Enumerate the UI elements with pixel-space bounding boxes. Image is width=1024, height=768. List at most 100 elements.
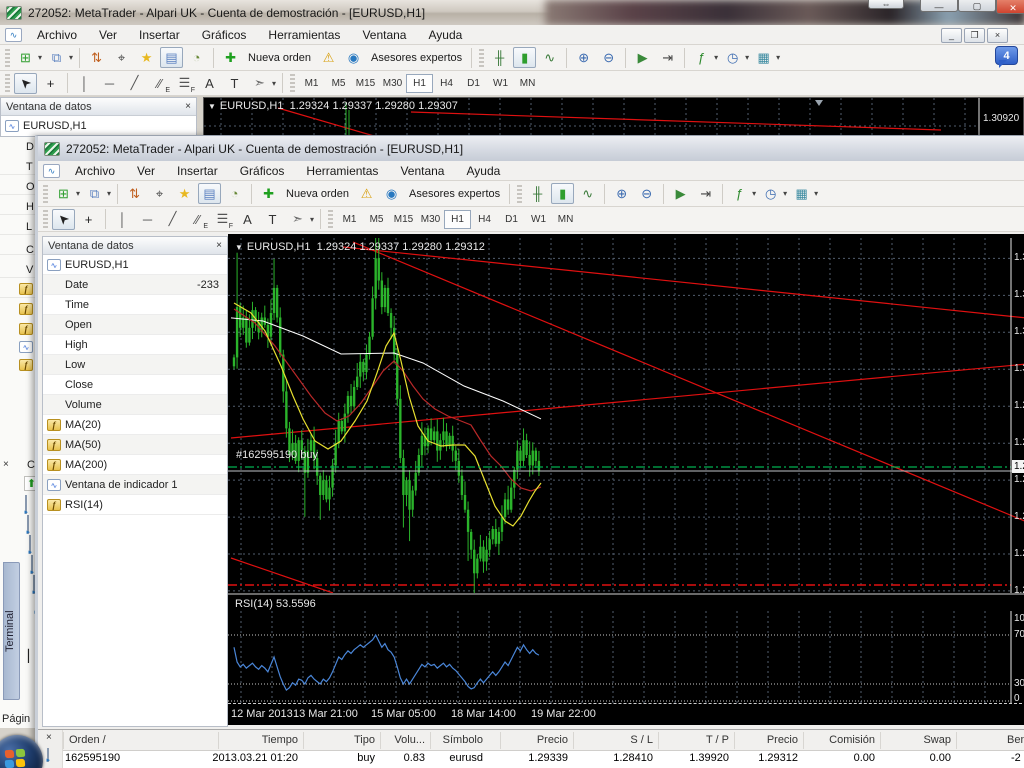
trendline-icon[interactable]: ╱ bbox=[123, 73, 146, 94]
timeframe-d1[interactable]: D1 bbox=[460, 74, 487, 93]
restore-extra-button[interactable]: ⇔ bbox=[868, 0, 904, 9]
chevron-down-icon[interactable]: ▼ bbox=[208, 102, 216, 111]
chart-line-icon[interactable]: ∿ bbox=[538, 47, 561, 68]
periods-dropdown-icon[interactable]: ▾ bbox=[783, 189, 787, 198]
equidistant-channel-icon[interactable]: ∕∕ E bbox=[148, 73, 171, 94]
market-watch-icon[interactable]: ⇅ bbox=[123, 183, 146, 204]
zoom-out-icon[interactable]: ⊖ bbox=[597, 47, 620, 68]
zoom-in-icon[interactable]: ⊕ bbox=[572, 47, 595, 68]
profiles-dropdown-icon[interactable]: ▾ bbox=[69, 53, 73, 62]
auto-scroll-icon[interactable]: ▶ bbox=[631, 47, 654, 68]
back-titlebar[interactable]: 272052: MetaTrader - Alpari UK - Cuenta … bbox=[0, 0, 1024, 25]
templates-icon[interactable]: ▦ bbox=[752, 47, 775, 68]
text-tool-icon[interactable]: A bbox=[198, 73, 221, 94]
indicators-dropdown-icon[interactable]: ▾ bbox=[714, 53, 718, 62]
rsi-header-strip[interactable]: RSI(14) 53.5596 bbox=[228, 593, 1024, 611]
timeframe-h4[interactable]: H4 bbox=[433, 74, 460, 93]
terminal-tab[interactable]: Terminal bbox=[3, 562, 20, 700]
data-window-icon[interactable]: ▤ bbox=[160, 47, 184, 68]
terminal-col-precio[interactable]: Precio bbox=[537, 734, 568, 746]
vertical-line-icon[interactable]: │ bbox=[111, 209, 134, 230]
shapes-dropdown-icon[interactable]: ▾ bbox=[310, 215, 314, 224]
nueva-orden-label[interactable]: Nueva orden bbox=[243, 52, 316, 64]
minimize-button[interactable]: — bbox=[920, 0, 958, 12]
chart-area[interactable]: ▼ EURUSD,H1 1.29324 1.29337 1.29280 1.293… bbox=[228, 234, 1024, 725]
timeframe-mn[interactable]: MN bbox=[514, 74, 541, 93]
menu-item-archivo[interactable]: Archivo bbox=[26, 26, 88, 44]
terminal-col-tp[interactable]: T / P bbox=[706, 734, 729, 746]
mdi-restore-button[interactable]: ❐ bbox=[964, 28, 985, 43]
chart-shift-icon[interactable]: ⇥ bbox=[694, 183, 717, 204]
templates-icon[interactable]: ▦ bbox=[790, 183, 813, 204]
zoom-in-icon[interactable]: ⊕ bbox=[610, 183, 633, 204]
trendline-icon[interactable]: ╱ bbox=[161, 209, 184, 230]
chart-candles-icon[interactable]: ▮ bbox=[513, 47, 537, 68]
history-doc-icon[interactable] bbox=[31, 555, 33, 574]
timeframe-m5[interactable]: M5 bbox=[363, 210, 390, 229]
terminal-col-orden[interactable]: Orden / bbox=[69, 734, 106, 746]
menu-item-ayuda[interactable]: Ayuda bbox=[417, 26, 473, 44]
crosshair-cursor-icon[interactable]: ⌖ bbox=[148, 183, 171, 204]
periods-dropdown-icon[interactable]: ▾ bbox=[745, 53, 749, 62]
menu-item-herramientas[interactable]: Herramientas bbox=[295, 162, 389, 180]
timeframe-m15[interactable]: M15 bbox=[352, 74, 379, 93]
terminal-col-sl[interactable]: S / L bbox=[630, 734, 653, 746]
new-chart-dropdown-icon[interactable]: ▾ bbox=[38, 53, 42, 62]
panel-close-icon[interactable]: × bbox=[3, 459, 9, 470]
equidistant-channel-icon[interactable]: ∕∕ E bbox=[186, 209, 209, 230]
menu-item-ventana[interactable]: Ventana bbox=[351, 26, 417, 44]
menu-item-ver[interactable]: Ver bbox=[126, 162, 166, 180]
menu-item-ventana[interactable]: Ventana bbox=[389, 162, 455, 180]
chart-line-icon[interactable]: ∿ bbox=[576, 183, 599, 204]
terminal-col-precio[interactable]: Precio bbox=[767, 734, 798, 746]
new-order-icon[interactable]: ✚ bbox=[219, 47, 242, 68]
profiles-icon[interactable]: ⧉ bbox=[45, 47, 68, 68]
horizontal-line-icon[interactable]: ─ bbox=[98, 73, 121, 94]
notification-badge-4[interactable]: 4 bbox=[995, 46, 1018, 68]
menu-item-archivo[interactable]: Archivo bbox=[64, 162, 126, 180]
autotrading-warning-icon[interactable]: ⚠ bbox=[355, 183, 378, 204]
time-axis[interactable]: 12 Mar 2013 13 Mar 21:00 15 Mar 05:00 18 Ma… bbox=[228, 703, 1024, 723]
timeframe-d1[interactable]: D1 bbox=[498, 210, 525, 229]
asesores-expertos-label[interactable]: Asesores expertos bbox=[404, 188, 505, 200]
chevron-down-icon[interactable]: ▼ bbox=[235, 243, 243, 252]
terminal-col-beneficio[interactable]: Beneficio bbox=[1007, 734, 1024, 746]
text-tool-icon[interactable]: A bbox=[236, 209, 259, 230]
text-label-icon[interactable]: T bbox=[261, 209, 284, 230]
timeframe-m30[interactable]: M30 bbox=[379, 74, 406, 93]
terminal-col-swap[interactable]: Swap bbox=[923, 734, 951, 746]
terminal-col-smbolo[interactable]: Símbolo bbox=[443, 734, 483, 746]
menu-item-insertar[interactable]: Insertar bbox=[128, 26, 191, 44]
chart-bars-icon[interactable]: ╫ bbox=[488, 47, 511, 68]
crosshair-tool-icon[interactable]: + bbox=[39, 73, 62, 94]
menu-item-insertar[interactable]: Insertar bbox=[166, 162, 229, 180]
autotrading-warning-icon[interactable]: ⚠ bbox=[317, 47, 340, 68]
shapes-icon[interactable]: ➣ bbox=[286, 209, 309, 230]
terminal-col-comisin[interactable]: Comisión bbox=[829, 734, 875, 746]
indicators-dropdown-icon[interactable]: ▾ bbox=[752, 189, 756, 198]
chart-shift-icon[interactable]: ⇥ bbox=[656, 47, 679, 68]
new-chart-icon[interactable]: ⊞ bbox=[52, 183, 75, 204]
nueva-orden-label[interactable]: Nueva orden bbox=[281, 188, 354, 200]
menu-item-ayuda[interactable]: Ayuda bbox=[455, 162, 511, 180]
timeframe-m5[interactable]: M5 bbox=[325, 74, 352, 93]
timeframe-w1[interactable]: W1 bbox=[487, 74, 514, 93]
timeframe-h4[interactable]: H4 bbox=[471, 210, 498, 229]
menu-item-herramientas[interactable]: Herramientas bbox=[257, 26, 351, 44]
auto-scroll-icon[interactable]: ▶ bbox=[669, 183, 692, 204]
timeframe-m1[interactable]: M1 bbox=[298, 74, 325, 93]
indicators-icon[interactable]: ƒ bbox=[690, 47, 713, 68]
timeframe-m1[interactable]: M1 bbox=[336, 210, 363, 229]
cursor-icon[interactable]: ➤ bbox=[52, 208, 75, 230]
close-icon[interactable]: × bbox=[185, 101, 191, 112]
strategy-tester-icon[interactable]: ◔ bbox=[223, 183, 246, 204]
chart-candles-icon[interactable]: ▮ bbox=[551, 183, 575, 204]
new-order-icon[interactable]: ✚ bbox=[257, 183, 280, 204]
crosshair-cursor-icon[interactable]: ⌖ bbox=[110, 47, 133, 68]
horizontal-line-icon[interactable]: ─ bbox=[136, 209, 159, 230]
timeframe-w1[interactable]: W1 bbox=[525, 210, 552, 229]
new-chart-dropdown-icon[interactable]: ▾ bbox=[76, 189, 80, 198]
buy-order-label[interactable]: #162595190 buy bbox=[236, 449, 318, 461]
mdi-close-button[interactable]: × bbox=[987, 27, 1008, 43]
text-label-icon[interactable]: T bbox=[223, 73, 246, 94]
